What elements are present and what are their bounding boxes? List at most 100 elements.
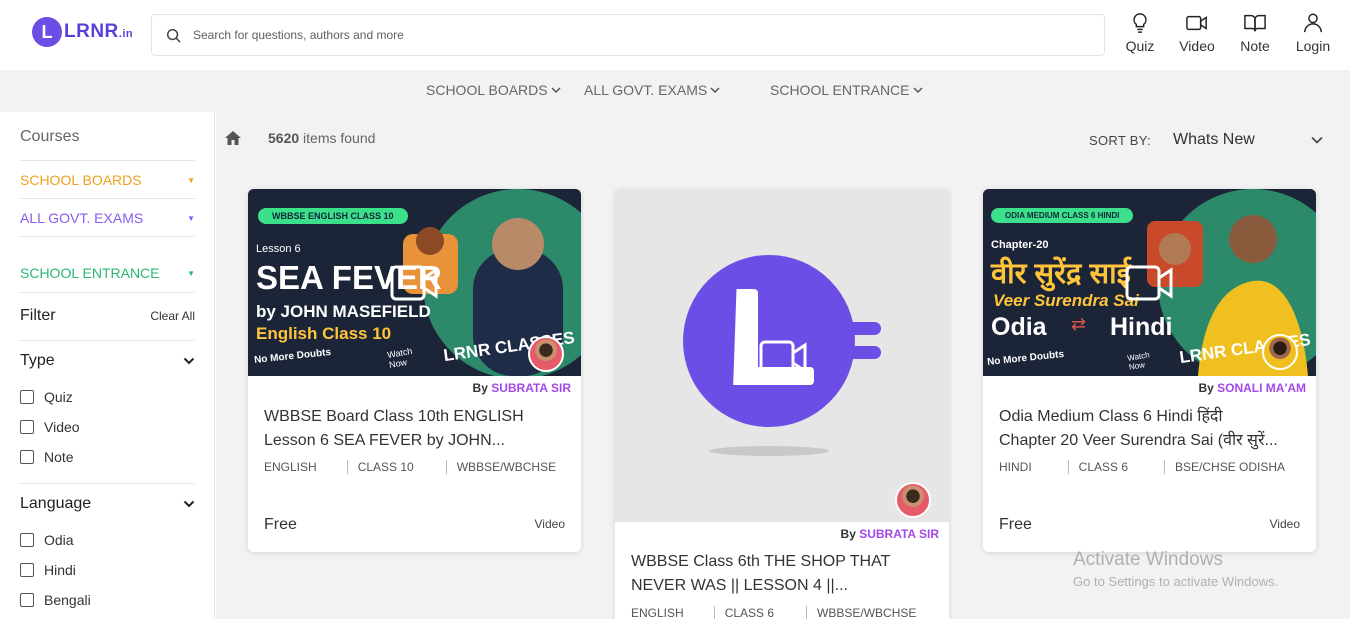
checkbox[interactable] <box>20 420 34 434</box>
chevron-down-icon[interactable] <box>1310 133 1324 147</box>
nav-video[interactable]: Video <box>1170 12 1224 54</box>
user-icon <box>1304 13 1322 33</box>
language-bengali-checkbox[interactable]: Bengali <box>20 592 91 608</box>
tag-board: WBBSE/WBCHSE <box>817 606 917 619</box>
card-tags: ENGLISH CLASS 6 WBBSE/WBCHSE <box>631 606 940 619</box>
type-video-checkbox[interactable]: Video <box>20 419 80 435</box>
tag-subject: ENGLISH <box>264 460 348 474</box>
checkbox[interactable] <box>20 563 34 577</box>
type-filter-toggle[interactable]: Type <box>20 352 195 370</box>
content-card[interactable]: WBBSE ENGLISH CLASS 10 Lesson 6 SEA FEVE… <box>248 189 581 552</box>
tag-subject: ENGLISH <box>631 606 715 619</box>
results-area: 5620 items found SORT BY: Whats New WBBS… <box>216 112 1350 619</box>
author-name[interactable]: SONALI MA'AM <box>1217 381 1306 395</box>
card-tags: HINDI CLASS 6 BSE/CHSE ODISHA <box>999 460 1309 474</box>
lrnr-logo[interactable]: L LRNR.in <box>32 17 133 47</box>
chevron-down-icon <box>183 500 195 508</box>
thumb-subtitle: Veer Surendra Sai <box>993 291 1139 310</box>
sort-label: SORT BY: <box>1089 133 1151 148</box>
swap-arrows-icon: ⇄ <box>1071 314 1087 334</box>
author-name[interactable]: SUBRATA SIR <box>491 381 571 395</box>
language-bengali-label: Bengali <box>44 592 91 608</box>
thumb-headline: वीर सुरेंद्र साई <box>991 258 1131 290</box>
results-toolbar: 5620 items found SORT BY: Whats New <box>216 112 1350 164</box>
nav-login-label: Login <box>1295 38 1331 54</box>
sort-select[interactable]: Whats New <box>1173 131 1255 149</box>
checkbox[interactable] <box>20 450 34 464</box>
chevron-down-icon <box>710 87 720 94</box>
card-author: By SUBRATA SIR <box>841 527 939 541</box>
course-all-govt-exams[interactable]: ALL GOVT. EXAMS ▼ <box>20 210 195 226</box>
menu-all-govt-exams[interactable]: ALL GOVT. EXAMS <box>584 82 721 98</box>
card-title-line-1: WBBSE Class 6th THE SHOP THAT <box>631 553 891 570</box>
caret-down-icon: ▼ <box>187 175 195 185</box>
card-title-line-1: WBBSE Board Class 10th ENGLISH <box>264 408 524 425</box>
content-card[interactable]: By SUBRATA SIR WBBSE Class 6th THE SHOP … <box>615 189 949 619</box>
menu-school-entrance[interactable]: SCHOOL ENTRANCE <box>770 82 924 98</box>
filter-sidebar: Courses SCHOOL BOARDS ▼ ALL GOVT. EXAMS ▼ … <box>0 112 215 619</box>
clear-all-button[interactable]: Clear All <box>150 309 195 323</box>
card-author: By SUBRATA SIR <box>473 381 571 395</box>
card-thumbnail[interactable]: ODIA MEDIUM CLASS 6 HINDI Chapter-20 वीर… <box>983 189 1316 376</box>
tag-class: CLASS 6 <box>725 606 808 619</box>
course-school-boards[interactable]: SCHOOL BOARDS ▼ <box>20 172 195 188</box>
checkbox[interactable] <box>20 593 34 607</box>
chevron-down-icon <box>183 357 195 365</box>
language-odia-checkbox[interactable]: Odia <box>20 532 74 548</box>
search-input[interactable] <box>193 28 1073 42</box>
checkbox[interactable] <box>20 390 34 404</box>
card-title[interactable]: WBBSE Board Class 10th ENGLISH Lesson 6 S… <box>264 405 565 453</box>
card-thumbnail[interactable]: WBBSE ENGLISH CLASS 10 Lesson 6 SEA FEVE… <box>248 189 581 376</box>
language-hindi-checkbox[interactable]: Hindi <box>20 562 76 578</box>
card-title[interactable]: WBBSE Class 6th THE SHOP THAT NEVER WAS |… <box>631 550 933 598</box>
course-school-entrance[interactable]: SCHOOL ENTRANCE ▼ <box>20 265 195 281</box>
video-camera-icon <box>1186 15 1207 31</box>
card-price: Free <box>264 516 297 533</box>
type-quiz-checkbox[interactable]: Quiz <box>20 389 73 405</box>
author-name[interactable]: SUBRATA SIR <box>859 527 939 541</box>
card-title-line-2: Chapter 20 Veer Surendra Sai (वीर सुरें.… <box>999 432 1278 449</box>
thumb-odia: Odia <box>991 313 1047 341</box>
author-avatar <box>1262 334 1298 370</box>
content-card[interactable]: ODIA MEDIUM CLASS 6 HINDI Chapter-20 वीर… <box>983 189 1316 552</box>
author-prefix: By <box>1198 381 1214 395</box>
author-prefix: By <box>840 527 856 541</box>
results-count-suffix: items found <box>303 130 376 146</box>
thumb-lesson: Lesson 6 <box>256 243 301 255</box>
nav-quiz-label: Quiz <box>1125 38 1155 54</box>
menu-school-boards[interactable]: SCHOOL BOARDS <box>426 82 562 98</box>
author-prefix: By <box>472 381 488 395</box>
divider <box>20 198 195 199</box>
tag-board: WBBSE/WBCHSE <box>456 460 557 474</box>
tag-board: BSE/CHSE ODISHA <box>1175 460 1286 474</box>
filter-header: Filter Clear All <box>20 307 195 325</box>
windows-activation-title: Activate Windows <box>1073 549 1223 570</box>
caret-down-icon: ▼ <box>187 268 195 278</box>
video-play-icon <box>759 340 807 376</box>
lightbulb-icon <box>1133 13 1147 33</box>
checkbox[interactable] <box>20 533 34 547</box>
card-tags: ENGLISH CLASS 10 WBBSE/WBCHSE <box>264 460 580 474</box>
search-bar[interactable] <box>151 14 1105 56</box>
nav-quiz[interactable]: Quiz <box>1113 12 1167 54</box>
menu-all-govt-exams-label: ALL GOVT. EXAMS <box>584 82 708 98</box>
thumb-lesson: Chapter-20 <box>991 239 1049 251</box>
course-school-boards-label: SCHOOL BOARDS <box>20 172 142 188</box>
type-note-checkbox[interactable]: Note <box>20 449 74 465</box>
category-menubar: SCHOOL BOARDS ALL GOVT. EXAMS SCHOOL ENT… <box>0 70 1350 112</box>
thumb-badge: ODIA MEDIUM CLASS 6 HINDI <box>991 208 1134 223</box>
results-count-number: 5620 <box>268 130 300 146</box>
card-author: By SONALI MA'AM <box>1198 381 1306 395</box>
language-title: Language <box>20 495 92 512</box>
language-filter-toggle[interactable]: Language <box>20 495 195 513</box>
language-hindi-label: Hindi <box>44 562 76 578</box>
nav-note[interactable]: Note <box>1228 12 1282 54</box>
logo-text: LRNR.in <box>64 21 134 42</box>
results-count: 5620 items found <box>268 130 375 146</box>
thumb-subtitle: by JOHN MASEFIELD <box>256 302 431 321</box>
card-title[interactable]: Odia Medium Class 6 Hindi हिंदी Chapter 2… <box>999 405 1300 453</box>
card-thumbnail[interactable] <box>615 189 949 522</box>
home-icon[interactable] <box>224 130 242 146</box>
nav-login[interactable]: Login <box>1286 12 1340 54</box>
menu-school-boards-label: SCHOOL BOARDS <box>426 82 548 98</box>
